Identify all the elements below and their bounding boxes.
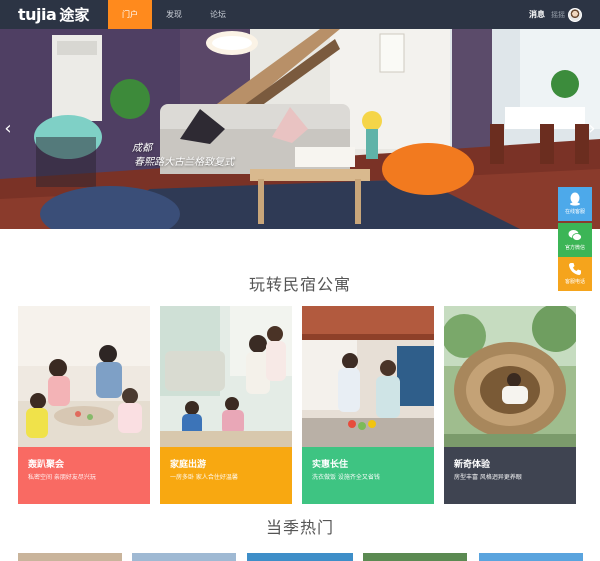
card-party-subtitle: 私密空间 亲朋好友尽兴玩 — [28, 474, 96, 481]
carousel-prev-icon[interactable]: ‹ — [2, 119, 14, 139]
seasonal-thumb[interactable] — [247, 553, 353, 561]
online-service-label: 在线客服 — [564, 209, 585, 215]
hero-banner[interactable]: 成都 春熙路大古兰格致复式 ‹ › — [0, 29, 600, 229]
section-title-main: 玩转民宿公寓 — [248, 275, 351, 294]
card-long-stay[interactable]: 实惠长住 洗衣做饭 设施齐全又省钱 — [302, 306, 434, 504]
logo-mark: tujia — [18, 5, 57, 24]
seasonal-thumb[interactable] — [363, 553, 467, 561]
card-party-caption: 轰趴聚会 私密空间 亲朋好友尽兴玩 — [18, 447, 150, 504]
card-novel-title: 新奇体验 — [454, 460, 491, 470]
section-title-seasonal: 当季热门 — [265, 518, 334, 537]
hero-caption: 成都 春熙路大古兰格致复式 — [132, 142, 234, 170]
card-family[interactable]: 家庭出游 一房多卧 家人合住好温馨 — [160, 306, 292, 504]
qq-icon — [570, 192, 580, 206]
seasonal-thumb[interactable] — [18, 553, 122, 561]
hero-image — [0, 29, 600, 229]
card-party[interactable]: 轰趴聚会 私密空间 亲朋好友尽兴玩 — [18, 306, 150, 504]
card-novel-experience[interactable]: 新奇体验 房型丰富 风格迥异更养眼 — [444, 306, 576, 504]
card-party-title: 轰趴聚会 — [28, 460, 65, 470]
card-long-stay-caption: 实惠长住 洗衣做饭 设施齐全又省钱 — [302, 447, 434, 504]
wechat-button[interactable]: 官方微信 — [558, 223, 592, 257]
nav-item-portal[interactable]: 门户 — [108, 0, 152, 29]
main-nav: 门户 发现 论坛 — [108, 0, 240, 29]
avatar[interactable] — [568, 7, 582, 22]
logo[interactable]: tujia 途家 — [18, 4, 89, 25]
card-family-caption: 家庭出游 一房多卧 家人合住好温馨 — [160, 447, 292, 504]
messages-link[interactable]: 消息 — [529, 9, 545, 20]
username-link[interactable]: 摇摇 — [551, 10, 565, 20]
nav-item-forum[interactable]: 论坛 — [196, 0, 240, 29]
online-service-button[interactable]: 在线客服 — [558, 187, 592, 221]
wechat-label: 官方微信 — [564, 245, 585, 251]
card-long-stay-subtitle: 洗衣做饭 设施齐全又省钱 — [312, 474, 380, 481]
card-family-image — [160, 306, 292, 447]
seasonal-thumb[interactable] — [132, 553, 236, 561]
card-long-stay-image — [302, 306, 434, 447]
hero-caption-city: 成都 — [132, 143, 152, 154]
carousel-next-icon[interactable]: › — [586, 119, 598, 139]
seasonal-thumb[interactable] — [479, 553, 583, 561]
card-family-title: 家庭出游 — [170, 460, 207, 470]
card-party-image — [18, 306, 150, 447]
card-novel-caption: 新奇体验 房型丰富 风格迥异更养眼 — [444, 447, 576, 504]
card-novel-image — [444, 306, 576, 447]
user-area: 消息 摇摇 — [529, 0, 582, 29]
top-navigation-bar: tujia 途家 门户 发现 论坛 消息 摇摇 — [0, 0, 600, 29]
card-novel-subtitle: 房型丰富 风格迥异更养眼 — [454, 474, 522, 481]
nav-item-discover[interactable]: 发现 — [152, 0, 196, 29]
wechat-icon — [568, 230, 582, 241]
card-family-subtitle: 一房多卧 家人合住好温馨 — [170, 474, 238, 481]
card-long-stay-title: 实惠长住 — [312, 460, 349, 470]
hero-caption-listing: 春熙路大古兰格致复式 — [134, 157, 234, 168]
logo-name: 途家 — [59, 6, 90, 24]
